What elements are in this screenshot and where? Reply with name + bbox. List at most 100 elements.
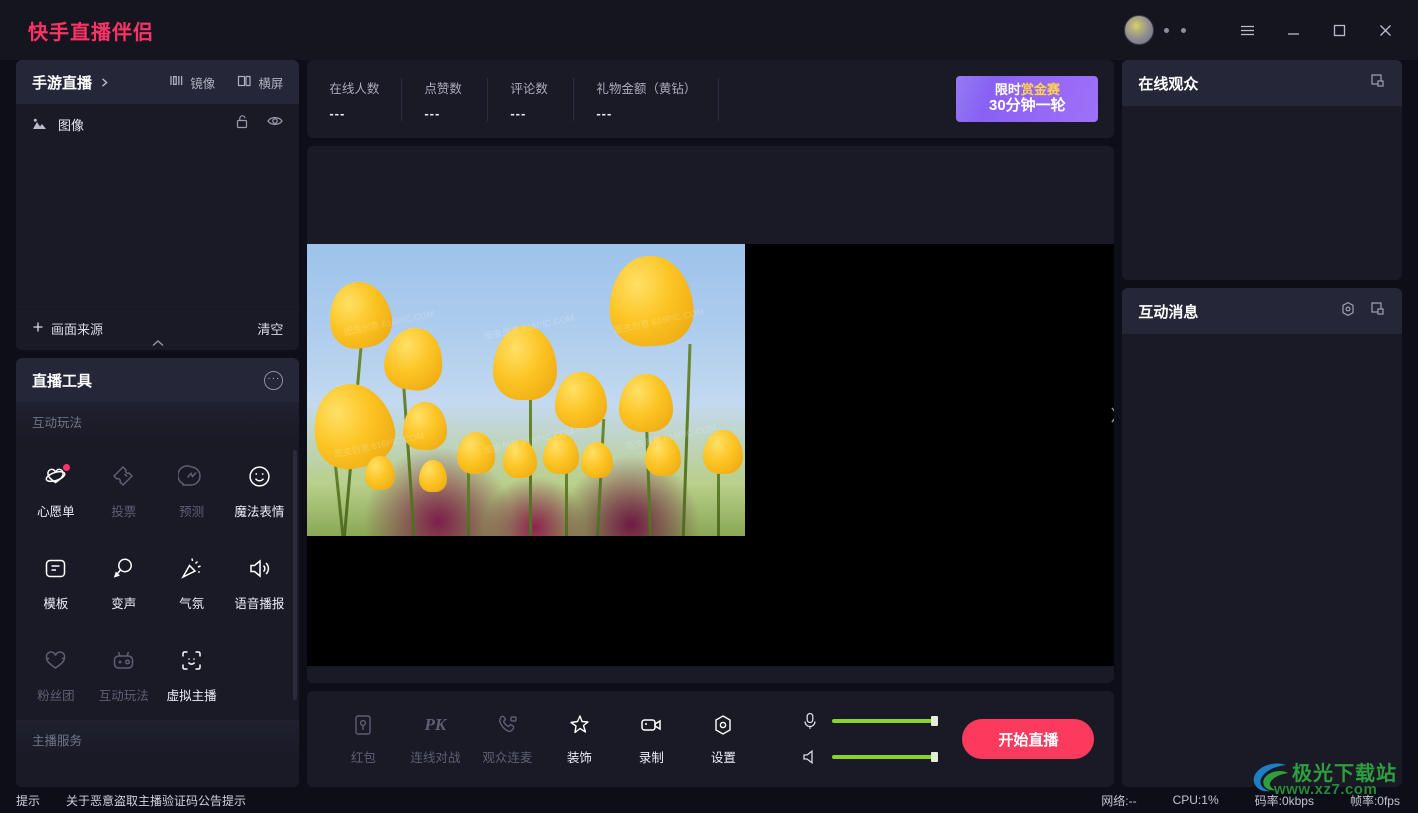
sidebar-scrollbar[interactable] [293,450,298,700]
microphone-voice-icon [110,555,138,583]
promo-prefix: 限时 [994,81,1021,97]
tool-magic-emoji[interactable]: 魔法表情 [225,446,293,536]
maximize-icon[interactable] [1316,0,1362,60]
center-column: 在线人数 --- 点赞数 --- 评论数 --- 礼物金额（黄钻） --- 限时… [307,60,1115,787]
toolbar-decorate[interactable]: 装饰 [543,706,615,772]
microphone-icon[interactable] [801,712,819,730]
status-bar: 提示 关于恶意盗取主播验证码公告提示 网络:-- CPU:1% 码率:0kbps… [0,787,1418,813]
tip-text[interactable]: 关于恶意盗取主播验证码公告提示 [66,792,246,809]
main-area: 手游直播 镜像 横屏 图像 画面来源 清空 直播工具 ··· 互动玩法 心愿单 … [0,60,1418,787]
user-avatar[interactable] [1124,15,1154,45]
tool-voice-changer[interactable]: 变声 [90,538,158,628]
slider-handle[interactable] [931,752,939,762]
tool-wishlist[interactable]: 心愿单 [22,446,90,536]
live-tools-title: 直播工具 [32,372,93,390]
toolbar-pk-battle[interactable]: PK 连线对战 [399,706,471,772]
toolbar-viewer-mic[interactable]: 观众连麦 [471,706,543,772]
stat-label: 点赞数 [424,81,462,96]
eye-icon[interactable] [267,114,284,134]
sparkle-decorate-icon [566,712,592,738]
settings-gear-icon [710,712,736,738]
list-item[interactable]: 图像 [16,104,299,144]
tool-label: 投票 [111,504,137,519]
promo-banner[interactable]: 限时赏金赛 30分钟一轮 [956,76,1099,122]
landscape-label: 横屏 [258,76,284,91]
prediction-bubble-icon [178,463,206,491]
tool-grid-host-service [16,758,299,787]
landscape-button[interactable]: 横屏 [237,73,283,92]
online-viewers-list[interactable] [1122,106,1402,280]
panel-title: 互动消息 [1138,303,1199,321]
toolbar-label: 连线对战 [410,751,461,765]
status-dot-2 [1181,27,1186,33]
toolbar-settings[interactable]: 设置 [687,706,759,772]
tool-atmosphere[interactable]: 气氛 [158,538,226,628]
interactive-messages-actions [1340,301,1386,322]
tool-label: 心愿单 [37,504,75,519]
interactive-messages-list[interactable] [1122,334,1402,787]
tool-voice-broadcast[interactable]: 语音播报 [225,538,293,628]
mic-volume-slider[interactable] [832,716,939,726]
tool-label: 虚拟主播 [166,688,217,703]
status-dot-1 [1164,27,1169,33]
mirror-icon [169,74,184,90]
settings-gear-icon[interactable] [1340,301,1356,322]
preview-canvas[interactable]: 图虫创意 616PIC.COM 图虫创意 616PIC.COM 图虫创意 616… [307,146,1115,683]
tool-prediction[interactable]: 预测 [158,446,226,536]
tool-grid: 心愿单 投票 预测 魔法表情 模板 变声 气氛 语音播报 粉丝团 互动玩法 虚拟… [16,440,299,720]
chevron-right-icon[interactable] [1106,385,1115,445]
plus-icon [32,321,44,336]
canvas-background: 图虫创意 616PIC.COM 图虫创意 616PIC.COM 图虫创意 616… [307,244,1115,666]
start-live-button[interactable]: 开始直播 [962,719,1095,759]
tool-interactive-play[interactable]: 互动玩法 [90,630,158,720]
minimize-icon[interactable] [1270,0,1316,60]
more-options-icon[interactable]: ··· [264,370,284,390]
mirror-button[interactable]: 镜像 [169,73,215,92]
tool-vote[interactable]: 投票 [90,446,158,536]
popout-window-icon[interactable] [1370,301,1386,322]
slider-handle[interactable] [931,716,939,726]
stat-label: 礼物金额（黄钻） [596,81,697,96]
left-sidebar: 手游直播 镜像 横屏 图像 画面来源 清空 直播工具 ··· 互动玩法 心愿单 … [16,60,300,787]
speaker-volume-slider[interactable] [832,752,939,762]
mirror-label: 镜像 [190,76,216,91]
source-list: 图像 [16,104,299,306]
chevron-right-icon[interactable] [99,77,110,88]
audio-sliders [801,712,939,766]
tool-fanclub[interactable]: 粉丝团 [22,630,90,720]
tool-label: 气氛 [179,596,205,611]
hamburger-menu-icon[interactable] [1224,0,1270,60]
stat-value: --- [424,105,441,121]
ticket-vote-icon [110,463,138,491]
close-icon[interactable] [1362,0,1408,60]
promo-accent: 赏金赛 [1020,81,1060,97]
toolbar-label: 装饰 [566,751,592,765]
stat-comments: 评论数 --- [510,77,575,121]
tool-group-label-host-service: 主播服务 [16,720,300,758]
tool-template[interactable]: 模板 [22,538,90,628]
stat-value: --- [510,105,527,121]
collapse-sources-icon[interactable] [16,336,299,350]
stat-value: --- [329,105,346,121]
popout-window-icon[interactable] [1370,73,1386,94]
toolbar-label: 红包 [350,751,376,765]
tool-label: 魔法表情 [234,504,285,519]
tool-host-service-1[interactable] [22,764,90,787]
live-tools-panel: 直播工具 ··· 互动玩法 心愿单 投票 预测 魔法表情 模板 变声 气氛 语音… [16,358,300,787]
tool-virtual-host[interactable]: 虚拟主播 [158,630,226,720]
landscape-icon [237,74,252,91]
face-scan-icon [178,647,206,675]
toolbar-record[interactable]: 录制 [615,706,687,772]
pk-battle-icon: PK [424,715,447,734]
tool-host-service-2[interactable] [90,764,158,787]
status-right: 网络:-- CPU:1% 码率:0kbps 帧率:0fps [1101,792,1400,809]
speaker-slider-row [801,748,939,766]
scene-title[interactable]: 手游直播 [32,72,92,93]
interactive-messages-panel: 互动消息 [1122,288,1402,787]
tool-group-label-interactive: 互动玩法 [16,402,300,440]
speaker-icon[interactable] [801,748,819,766]
source-row-actions [235,114,284,134]
unlock-icon[interactable] [235,114,249,134]
smiley-face-icon [245,463,273,491]
toolbar-red-packet[interactable]: 红包 [327,706,399,772]
